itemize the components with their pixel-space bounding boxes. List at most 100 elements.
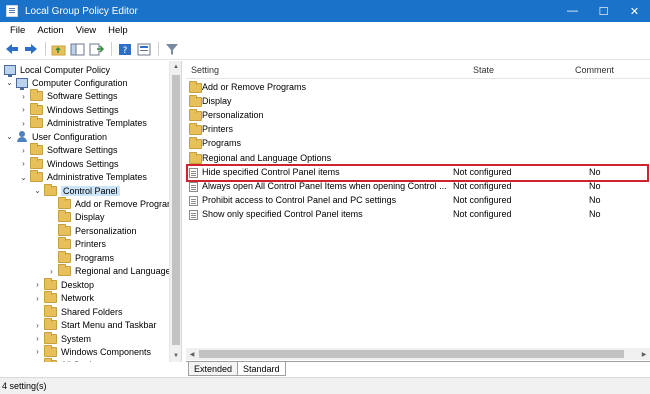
tree-item[interactable]: › Start Menu and Taskbar [33, 318, 156, 332]
setting-state: Not configured [453, 194, 512, 205]
forward-icon[interactable] [22, 41, 39, 58]
tree-item[interactable]: › Network [33, 291, 95, 305]
tree-item-label: Administrative Templates [47, 172, 147, 183]
tree-item[interactable]: › Regional and Language Options [47, 264, 181, 278]
expand-chevron-icon[interactable]: › [19, 119, 28, 128]
column-header-setting[interactable]: Setting [191, 61, 219, 78]
menu-file[interactable]: File [4, 25, 31, 36]
menu-action[interactable]: Action [31, 25, 69, 36]
column-header-comment[interactable]: Comment [575, 61, 614, 78]
tree-item[interactable]: › Administrative Templates [19, 116, 147, 130]
expand-chevron-icon[interactable]: › [33, 347, 42, 356]
tree-item-label: Regional and Language Options [75, 266, 181, 277]
folder-list-item[interactable]: Display [186, 95, 650, 109]
scroll-up-icon[interactable]: ▲ [170, 61, 181, 73]
column-header-state[interactable]: State [473, 61, 494, 78]
tree-item[interactable]: ⌄ Computer Configuration [5, 76, 128, 90]
filter-icon[interactable] [163, 41, 180, 58]
folder-list-item[interactable]: Printers [186, 123, 650, 137]
folder-list-item[interactable]: Regional and Language Options [186, 151, 650, 166]
setting-name: Prohibit access to Control Panel and PC … [202, 194, 397, 205]
expand-chevron-icon[interactable]: › [19, 92, 28, 101]
tree-item[interactable]: Printers [47, 237, 106, 251]
tree-item[interactable]: › Windows Settings [19, 102, 119, 116]
expand-chevron-icon[interactable]: › [19, 105, 28, 114]
export-list-icon[interactable] [88, 41, 105, 58]
menu-view[interactable]: View [70, 25, 102, 36]
tree-item[interactable]: Display [47, 210, 105, 224]
setting-state: Not configured [453, 166, 512, 177]
close-button[interactable]: ✕ [619, 0, 650, 22]
setting-comment: No [589, 180, 601, 191]
folder-icon [44, 183, 57, 196]
tree-item[interactable]: › Desktop [33, 277, 94, 291]
tree-item-label: Local Computer Policy [20, 64, 111, 75]
folder-list-item[interactable]: Programs [186, 137, 650, 151]
policy-setting-icon [189, 167, 198, 178]
maximize-button[interactable]: ☐ [588, 0, 619, 22]
help-icon[interactable]: ? [116, 41, 133, 58]
tree-item-label: Administrative Templates [47, 118, 147, 129]
scroll-thumb[interactable] [172, 75, 180, 345]
minimize-button[interactable]: — [557, 0, 588, 22]
tree-item[interactable]: Local Computer Policy [4, 63, 111, 77]
expand-chevron-icon[interactable]: › [33, 294, 42, 303]
tree-item[interactable]: › Software Settings [19, 143, 118, 157]
list-horizontal-scrollbar[interactable]: ◀ ▶ [186, 348, 650, 360]
folder-icon [58, 250, 71, 263]
tree-item[interactable]: › Windows Components [33, 344, 151, 358]
setting-name: Hide specified Control Panel items [202, 166, 340, 177]
tree-item[interactable]: ⌄ User Configuration [5, 130, 107, 143]
tree-item[interactable]: ⌄ Administrative Templates [19, 170, 147, 184]
tree-item-label: Software Settings [47, 145, 118, 156]
tree-item-label: Network [61, 293, 95, 304]
properties-icon[interactable] [135, 41, 152, 58]
setting-row[interactable]: Show only specified Control Panel items N… [186, 208, 650, 222]
window-controls: — ☐ ✕ [557, 0, 650, 22]
expand-chevron-icon[interactable]: › [47, 267, 56, 276]
tab-extended[interactable]: Extended [188, 362, 239, 376]
tree-item[interactable]: Add or Remove Programs [47, 197, 179, 211]
expand-chevron-icon[interactable]: › [33, 334, 42, 343]
folder-list-item[interactable]: Personalization [186, 109, 650, 123]
show-hide-tree-icon[interactable] [69, 41, 86, 58]
folder-icon [189, 109, 202, 122]
tree-pane[interactable]: Local Computer Policy ⌄ Computer Configura… [0, 61, 182, 362]
folder-icon [44, 344, 57, 357]
collapse-chevron-icon[interactable]: ⌄ [5, 132, 14, 141]
up-folder-icon[interactable] [50, 41, 67, 58]
tree-item[interactable]: ⌄ Control Panel [33, 183, 120, 197]
expand-chevron-icon[interactable]: › [33, 280, 42, 289]
tree-item[interactable]: › Windows Settings [19, 156, 119, 170]
tree-item[interactable]: All Settings [33, 358, 106, 362]
back-icon[interactable] [3, 41, 20, 58]
scroll-thumb[interactable] [199, 350, 624, 358]
tree-vertical-scrollbar[interactable]: ▲ ▼ [169, 61, 181, 362]
expand-chevron-icon[interactable]: › [19, 146, 28, 155]
setting-row[interactable]: Prohibit access to Control Panel and PC … [186, 194, 650, 208]
tab-standard[interactable]: Standard [237, 362, 286, 376]
menu-help[interactable]: Help [102, 25, 134, 36]
setting-row[interactable]: Always open All Control Panel Items when… [186, 180, 650, 194]
user-icon [16, 131, 28, 143]
settings-list-pane: Setting State Comment Add or Remove Prog… [186, 61, 650, 362]
title-bar: Local Group Policy Editor — ☐ ✕ [0, 0, 650, 22]
expand-chevron-icon[interactable]: › [19, 159, 28, 168]
collapse-chevron-icon[interactable]: ⌄ [5, 78, 14, 87]
setting-state: Not configured [453, 180, 512, 191]
folder-icon [30, 170, 43, 183]
setting-row[interactable]: Hide specified Control Panel items Not co… [186, 166, 650, 180]
expand-chevron-icon[interactable]: › [33, 321, 42, 330]
scroll-down-icon[interactable]: ▼ [170, 350, 181, 362]
scroll-right-icon[interactable]: ▶ [638, 348, 650, 360]
tree-item[interactable]: Personalization [47, 223, 137, 237]
tree-item[interactable]: › Software Settings [19, 89, 118, 103]
tree-item[interactable]: Programs [47, 250, 115, 264]
folder-list-item[interactable]: Add or Remove Programs [186, 81, 650, 95]
tree-item[interactable]: › System [33, 331, 91, 345]
collapse-chevron-icon[interactable]: ⌄ [19, 173, 28, 182]
tree-item-label: Programs [75, 252, 115, 263]
tree-item[interactable]: Shared Folders [33, 304, 123, 318]
scroll-left-icon[interactable]: ◀ [186, 348, 198, 360]
collapse-chevron-icon[interactable]: ⌄ [33, 186, 42, 195]
